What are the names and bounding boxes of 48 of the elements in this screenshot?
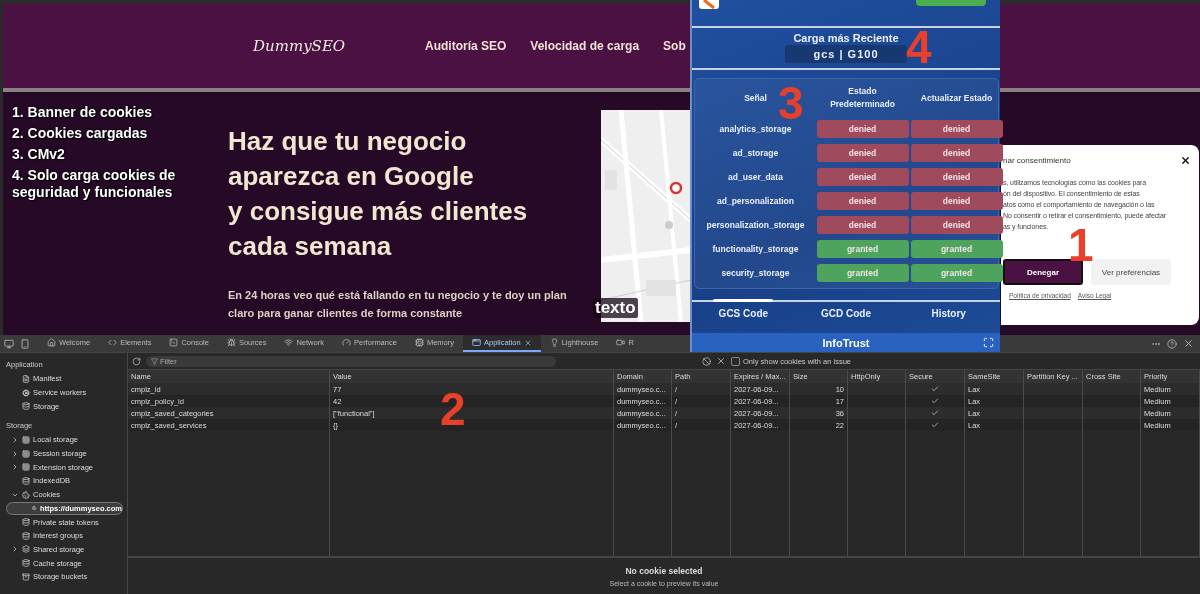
status-badge: denied	[910, 216, 1003, 234]
signal-name: functionality_storage	[711, 244, 800, 254]
hero-heading: cada semana	[228, 230, 393, 263]
annotation-text: 1. Banner de cookies	[12, 104, 154, 121]
status-badge: denied	[910, 120, 1003, 138]
signal-name: ad_user_data	[727, 172, 784, 182]
latest-load-title: Carga más Reciente	[793, 32, 899, 44]
hero-paragraph: En 24 horas veo qué está fallando en tu negocio y te doy un plan claro para ganar clientes de forma constante	[228, 288, 568, 321]
status-badge: denied	[910, 192, 1003, 210]
status-badge: granted	[816, 264, 909, 282]
status-badge: denied	[816, 168, 909, 186]
status-badge: denied	[816, 120, 909, 138]
status-badge: granted	[816, 240, 909, 258]
preview-title: No cookie selected	[625, 565, 703, 576]
hero-heading: y consigue más clientes	[228, 195, 529, 228]
column-header: Señal	[744, 91, 767, 105]
hero-heading: aparezca en Google	[228, 160, 475, 193]
popup-tab[interactable]: GCS Code	[692, 302, 795, 323]
nav-link[interactable]: Velocidad de carga	[530, 39, 640, 53]
status-badge: denied	[910, 144, 1003, 162]
status-badge: denied	[816, 144, 909, 162]
status-badge: denied	[816, 216, 909, 234]
signal-name: ad_personalization	[716, 196, 795, 206]
site-logo[interactable]: DummySEO	[253, 37, 425, 55]
signal-name: security_storage	[720, 268, 791, 278]
banner-title: nar consentimiento	[1003, 156, 1071, 165]
status-badge: denied	[910, 168, 1003, 186]
popup-tab[interactable]: GCD Code	[794, 302, 898, 323]
annotation-text: 4. Solo carga cookies de seguridad y funcionales	[12, 167, 177, 201]
status-badge: denied	[816, 192, 909, 210]
nav-link[interactable]: Sob	[663, 39, 686, 53]
column-header: Actualizar Estado	[920, 91, 993, 105]
status-badge: granted	[910, 264, 1003, 282]
latest-load-value: gcs | G100	[785, 45, 907, 63]
hero-heading: Haz que tu negocio	[228, 125, 468, 158]
annotation-number: 3	[778, 86, 804, 122]
footer-brand: InfoTrust	[822, 336, 870, 349]
status-badge: granted	[910, 240, 1003, 258]
annotation-text: 2. Cookies cargadas	[12, 125, 149, 142]
annotation-text: 3. CMv2	[12, 146, 66, 163]
signal-name: personalization_storage	[705, 220, 806, 230]
column-header: Estado Predeterminado	[829, 85, 896, 111]
popup-tab[interactable]: History	[897, 302, 1000, 323]
signal-name: ad_storage	[731, 148, 780, 158]
signal-name: analytics_storage	[718, 124, 793, 134]
map-caption: texto	[593, 298, 638, 318]
annotation-number: 4	[906, 30, 932, 66]
nav-link[interactable]: Auditoría SEO	[425, 39, 507, 53]
